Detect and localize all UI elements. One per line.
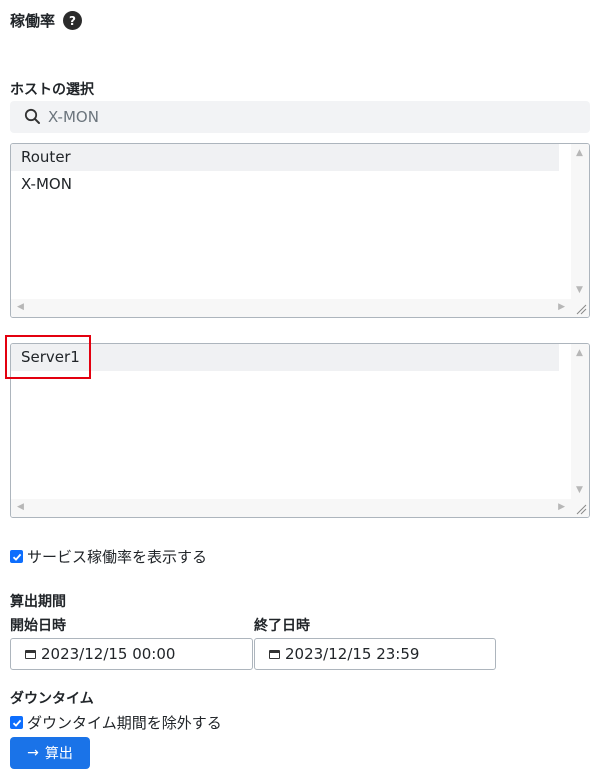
downtime-label: ダウンタイム — [10, 691, 94, 707]
help-icon[interactable]: ? — [63, 11, 83, 30]
scroll-down-icon[interactable]: ▼ — [576, 285, 583, 295]
host-search-input[interactable]: X-MON — [10, 101, 590, 133]
highlight-box — [5, 335, 91, 379]
search-icon — [24, 108, 40, 124]
end-date-value: 2023/12/15 23:59 — [285, 645, 420, 663]
calendar-icon — [269, 649, 280, 659]
show-service-rate-label: サービス稼働率を表示する — [27, 548, 208, 566]
host-listbox[interactable]: Router X-MON ▲ ▼ ◀ ▶ — [10, 143, 590, 318]
start-date-label: 開始日時 — [10, 618, 66, 634]
calculate-button-label: 算出 — [44, 746, 73, 762]
vertical-scrollbar[interactable]: ▲ ▼ — [571, 144, 589, 299]
exclude-downtime-label: ダウンタイム期間を除外する — [27, 714, 222, 732]
host-list-item[interactable]: X-MON — [11, 171, 559, 198]
resize-grip-icon[interactable] — [571, 499, 589, 517]
calendar-icon — [25, 649, 36, 659]
scroll-up-icon[interactable]: ▲ — [576, 348, 583, 358]
scroll-up-icon[interactable]: ▲ — [576, 148, 583, 158]
arrow-right-icon: → — [27, 745, 39, 761]
page-title: 稼働率 — [10, 12, 56, 30]
scroll-down-icon[interactable]: ▼ — [576, 485, 583, 495]
host-select-label: ホストの選択 — [10, 82, 94, 98]
service-listbox[interactable]: Server1 ▲ ▼ ◀ ▶ — [10, 343, 590, 518]
host-list-item[interactable]: Router — [11, 144, 559, 171]
start-date-value: 2023/12/15 00:00 — [41, 645, 176, 663]
exclude-downtime-checkbox[interactable]: ダウンタイム期間を除外する — [10, 712, 222, 733]
scroll-left-icon[interactable]: ◀ — [17, 302, 24, 312]
service-list-item[interactable]: Server1 — [11, 344, 559, 371]
page-title-row: 稼働率 ? — [10, 10, 83, 31]
scroll-right-icon[interactable]: ▶ — [558, 502, 565, 512]
vertical-scrollbar[interactable]: ▲ ▼ — [571, 344, 589, 499]
end-date-input[interactable]: 2023/12/15 23:59 — [254, 638, 496, 670]
checkbox-checked-icon[interactable] — [10, 550, 23, 563]
show-service-rate-checkbox[interactable]: サービス稼働率を表示する — [10, 546, 207, 567]
calculate-button[interactable]: → 算出 — [10, 737, 90, 769]
search-value: X-MON — [48, 108, 99, 126]
period-label: 算出期間 — [10, 594, 66, 610]
start-date-input[interactable]: 2023/12/15 00:00 — [10, 638, 253, 670]
checkbox-checked-icon[interactable] — [10, 716, 23, 729]
horizontal-scrollbar[interactable]: ◀ ▶ — [11, 499, 571, 517]
end-date-label: 終了日時 — [254, 618, 310, 634]
scroll-right-icon[interactable]: ▶ — [558, 302, 565, 312]
scroll-left-icon[interactable]: ◀ — [17, 502, 24, 512]
horizontal-scrollbar[interactable]: ◀ ▶ — [11, 299, 571, 317]
resize-grip-icon[interactable] — [571, 299, 589, 317]
